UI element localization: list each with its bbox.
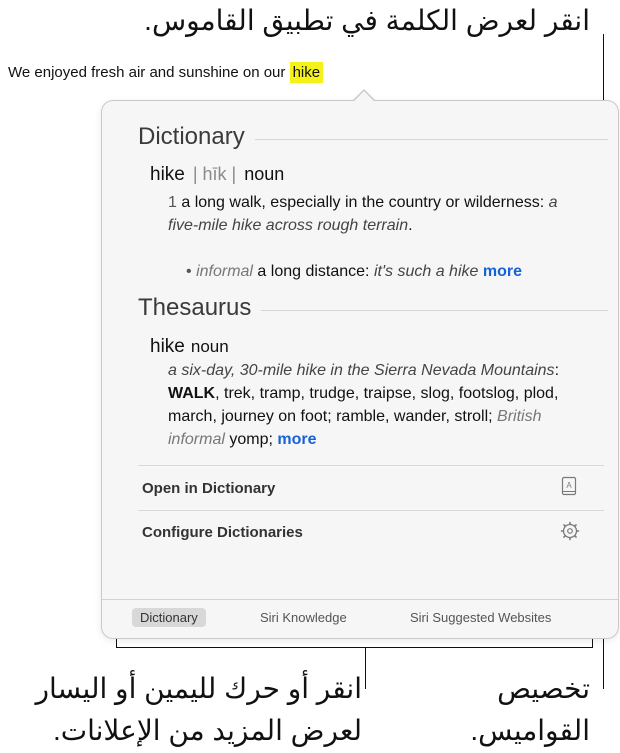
register-label: informal	[196, 263, 253, 280]
tab-dictionary[interactable]: Dictionary	[132, 608, 206, 627]
section-rule	[261, 309, 608, 311]
lookup-popover: Dictionary hike | hīk | noun 1 a long walk…	[101, 91, 619, 639]
dictionary-title: Dictionary	[138, 123, 245, 150]
tab-siri-knowledge[interactable]: Siri Knowledge	[260, 610, 347, 625]
regional-synonym: yomp;	[224, 431, 273, 448]
sub-definition-example: it's such a hike	[373, 263, 479, 280]
thesaurus-entry: a six-day, 30-mile hike in the Sierra Ne…	[168, 359, 588, 451]
bullet: •	[186, 263, 192, 280]
dictionary-section-title: Dictionary	[138, 123, 608, 151]
thesaurus-word: hike	[150, 336, 185, 357]
definition-number: 1	[168, 194, 177, 211]
thesaurus-pos: noun	[190, 337, 229, 356]
definition-text: a long walk, especially in the country o…	[181, 194, 545, 211]
callout-open-dictionary: انقر لعرض الكلمة في تطبيق القاموس.	[144, 5, 590, 36]
separator	[138, 510, 604, 511]
source-tab-bar: Dictionary Siri Knowledge Siri Suggested…	[102, 599, 618, 638]
callout-configure-line2: القواميس.	[470, 715, 590, 746]
sub-definition-text: a long distance:	[257, 263, 370, 280]
sentence-text: We enjoyed fresh air and sunshine on our	[8, 64, 290, 81]
headword: hike	[150, 164, 185, 185]
thesaurus-example: a six-day, 30-mile hike in the Sierra Ne…	[168, 362, 555, 379]
separator	[138, 465, 604, 466]
tab-siri-suggested-websites[interactable]: Siri Suggested Websites	[410, 610, 551, 625]
selected-word-highlight[interactable]: hike	[289, 62, 324, 83]
svg-text:A: A	[566, 481, 572, 490]
leader-swipe-vertical	[365, 647, 366, 689]
pronunciation: | hīk |	[192, 164, 237, 184]
dictionary-more-link[interactable]: more	[483, 263, 522, 280]
callout-configure: تخصيص القواميس.	[400, 668, 590, 752]
definition-1: 1 a long walk, especially in the country…	[168, 191, 568, 237]
dictionary-headword: hike | hīk | noun	[150, 164, 284, 186]
part-of-speech: noun	[244, 164, 285, 184]
configure-dictionaries-button[interactable]: Configure Dictionaries	[142, 524, 303, 541]
callout-swipe-tabs: انقر أو حرك لليمين أو اليسار لعرض المزيد…	[22, 668, 362, 752]
thesaurus-section-title: Thesaurus	[138, 294, 608, 322]
gear-icon[interactable]	[560, 521, 580, 546]
source-sentence: We enjoyed fresh air and sunshine on our…	[8, 62, 324, 83]
open-in-dictionary-button[interactable]: Open in Dictionary	[142, 480, 275, 497]
thesaurus-colon: :	[554, 362, 560, 379]
sub-definition: • informal a long distance: it's such a …	[186, 260, 606, 283]
callout-swipe-line2: لعرض المزيد من الإعلانات.	[52, 715, 362, 746]
callout-configure-line1: تخصيص	[497, 673, 590, 704]
thesaurus-title: Thesaurus	[138, 294, 252, 321]
definition-end: .	[408, 217, 413, 234]
bracket-horizontal	[116, 647, 593, 648]
callout-swipe-line1: انقر أو حرك لليمين أو اليسار	[35, 673, 362, 704]
thesaurus-more-link[interactable]: more	[277, 431, 316, 448]
thesaurus-headword: hike noun	[150, 336, 229, 358]
primary-synonym: WALK	[168, 385, 216, 402]
popover-arrow-fill	[353, 91, 375, 102]
dictionary-book-icon[interactable]: A	[561, 476, 577, 501]
section-rule	[254, 138, 608, 140]
